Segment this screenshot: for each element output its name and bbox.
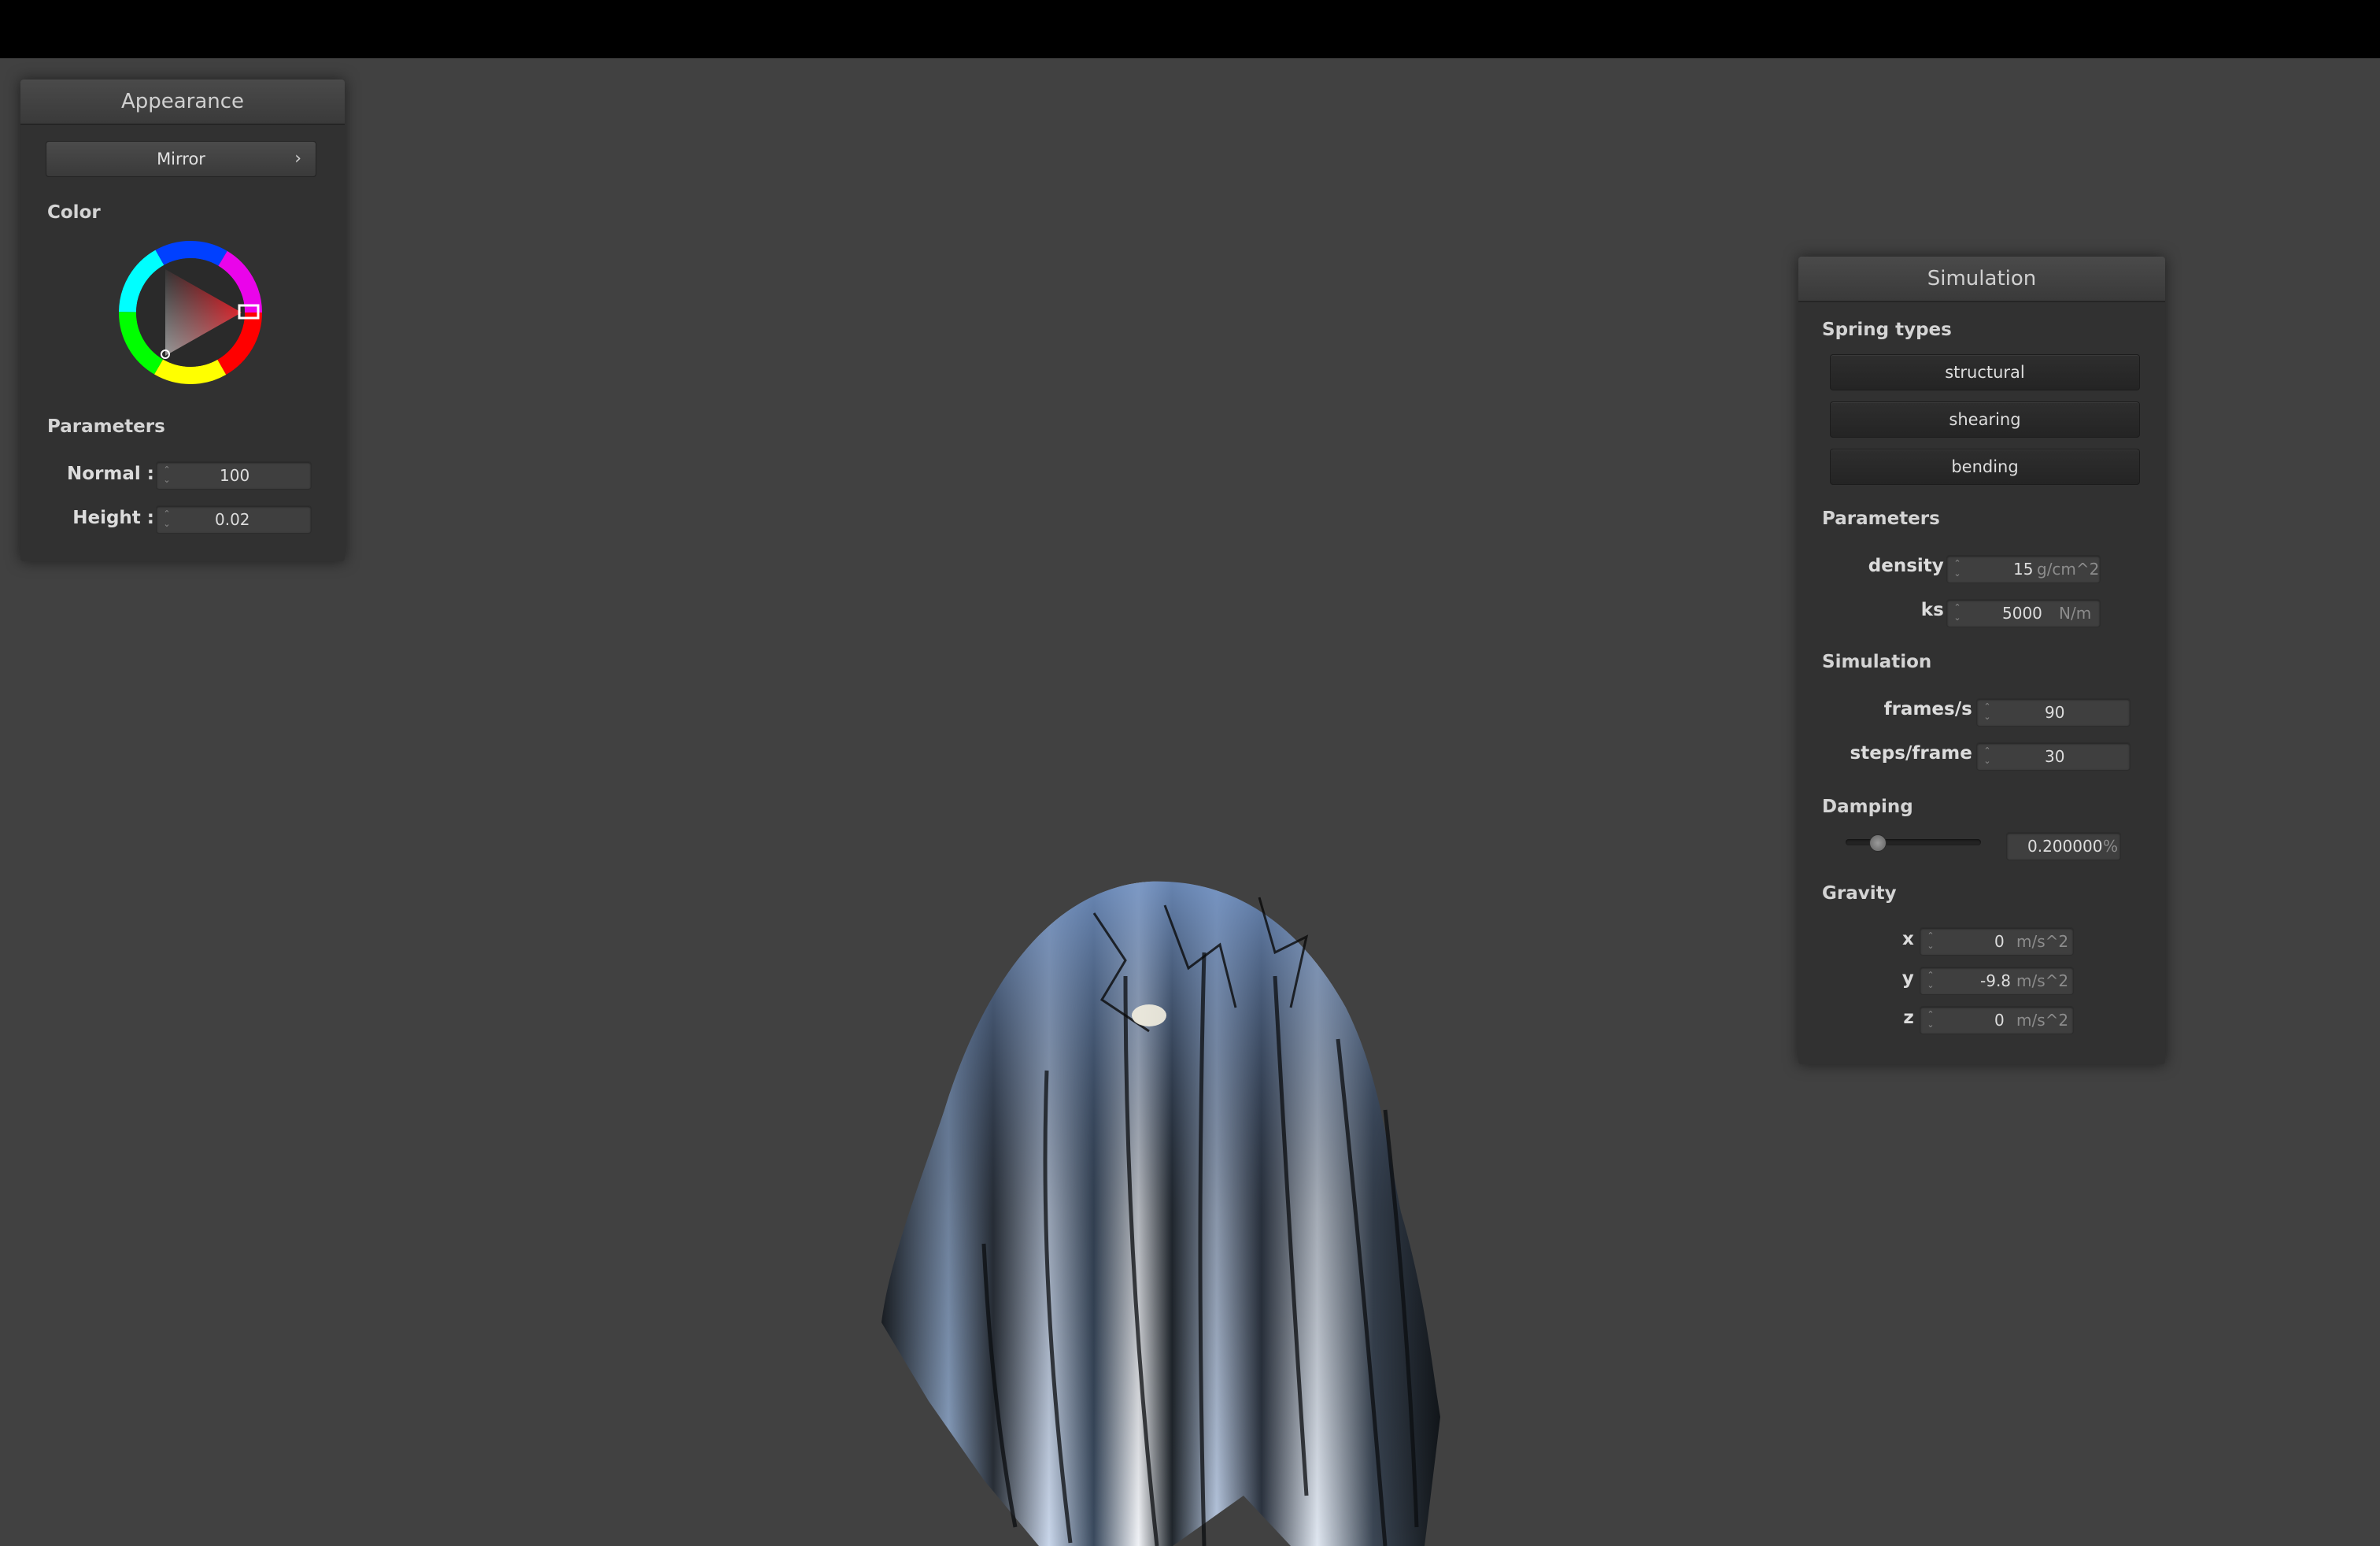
- steps-per-frame-input[interactable]: ⌃ ⌄ 30: [1976, 742, 2131, 771]
- fps-value: 90: [2045, 703, 2065, 722]
- normal-label: Normal :: [67, 464, 154, 484]
- simulation-section-label: Simulation: [1822, 652, 1932, 672]
- spin-arrows-icon[interactable]: ⌃ ⌄: [1925, 1009, 1936, 1031]
- color-section-label: Color: [47, 202, 101, 223]
- normal-value: 100: [220, 466, 250, 485]
- appearance-panel: Appearance Mirror › Color Parameters Nor: [20, 80, 345, 561]
- spin-arrows-icon[interactable]: ⌃ ⌄: [1952, 558, 1963, 580]
- height-value: 0.02: [215, 510, 250, 529]
- gravity-z-input[interactable]: ⌃ ⌄ 0 m/s^2: [1920, 1006, 2074, 1034]
- density-unit: g/cm^2: [2037, 560, 2100, 579]
- spin-arrows-icon[interactable]: ⌃ ⌄: [161, 509, 172, 531]
- gravity-z-label: z :: [1903, 1008, 1927, 1028]
- gravity-x-input[interactable]: ⌃ ⌄ 0 m/s^2: [1920, 927, 2074, 956]
- gravity-y-label: y :: [1901, 968, 1927, 989]
- damping-slider[interactable]: [1846, 839, 1981, 845]
- gravity-y-unit: m/s^2: [2016, 971, 2069, 990]
- spin-arrows-icon[interactable]: ⌃ ⌄: [1982, 745, 1993, 767]
- gravity-z-value: 0: [1994, 1011, 2005, 1030]
- appearance-parameters-label: Parameters: [47, 416, 165, 437]
- window-top-bar: [0, 0, 2380, 58]
- chevron-right-icon: ›: [294, 149, 301, 168]
- steps-value: 30: [2045, 747, 2065, 766]
- ks-label: ks :: [1920, 600, 1957, 620]
- gravity-label: Gravity: [1822, 883, 1897, 904]
- material-dropdown-label: Mirror: [157, 150, 205, 168]
- simulation-panel: Simulation Spring types structural shear…: [1798, 257, 2165, 1064]
- frames-per-second-input[interactable]: ⌃ ⌄ 90: [1976, 698, 2131, 727]
- ks-unit: N/m: [2059, 604, 2092, 623]
- bending-button[interactable]: bending: [1830, 449, 2140, 485]
- height-input[interactable]: ⌃ ⌄ 0.02: [156, 505, 312, 534]
- density-input[interactable]: ⌃ ⌄ 15 g/cm^2: [1946, 555, 2101, 583]
- spin-arrows-icon[interactable]: ⌃ ⌄: [1925, 930, 1936, 952]
- appearance-panel-title: Appearance: [20, 80, 345, 125]
- gravity-x-label: x :: [1901, 929, 1927, 949]
- mirror-cloth-render: [881, 881, 1440, 1546]
- spring-types-label: Spring types: [1822, 320, 1952, 340]
- steps-per-frame-label: steps/frame :: [1850, 743, 1986, 764]
- damping-unit: %: [2103, 837, 2119, 856]
- shearing-button[interactable]: shearing: [1830, 401, 2140, 438]
- spin-arrows-icon[interactable]: ⌃ ⌄: [1982, 701, 1993, 723]
- damping-value-box[interactable]: 0.200000 %: [2006, 832, 2121, 860]
- ks-value: 5000: [2002, 604, 2042, 623]
- density-value: 15: [2013, 560, 2034, 579]
- spin-arrows-icon[interactable]: ⌃ ⌄: [1925, 970, 1936, 992]
- gravity-y-input[interactable]: ⌃ ⌄ -9.8 m/s^2: [1920, 967, 2074, 995]
- damping-label: Damping: [1822, 797, 1913, 817]
- structural-button[interactable]: structural: [1830, 354, 2140, 390]
- gravity-z-unit: m/s^2: [2016, 1011, 2069, 1030]
- ks-input[interactable]: ⌃ ⌄ 5000 N/m: [1946, 599, 2101, 627]
- sim-parameters-label: Parameters: [1822, 509, 1940, 529]
- gravity-x-unit: m/s^2: [2016, 932, 2069, 951]
- spin-arrows-icon[interactable]: ⌃ ⌄: [1952, 602, 1963, 624]
- color-wheel[interactable]: [112, 234, 269, 391]
- normal-input[interactable]: ⌃ ⌄ 100: [156, 461, 312, 490]
- gravity-y-value: -9.8: [1980, 971, 2012, 990]
- simulation-panel-title: Simulation: [1798, 257, 2165, 302]
- material-dropdown[interactable]: Mirror ›: [46, 141, 316, 177]
- height-label: Height :: [72, 508, 154, 528]
- damping-value: 0.200000: [2027, 837, 2103, 856]
- spin-arrows-icon[interactable]: ⌃ ⌄: [161, 464, 172, 486]
- damping-slider-knob[interactable]: [1869, 834, 1887, 852]
- gravity-x-value: 0: [1994, 932, 2005, 951]
- frames-per-second-label: frames/s :: [1883, 699, 1986, 719]
- density-label: density :: [1868, 556, 1957, 576]
